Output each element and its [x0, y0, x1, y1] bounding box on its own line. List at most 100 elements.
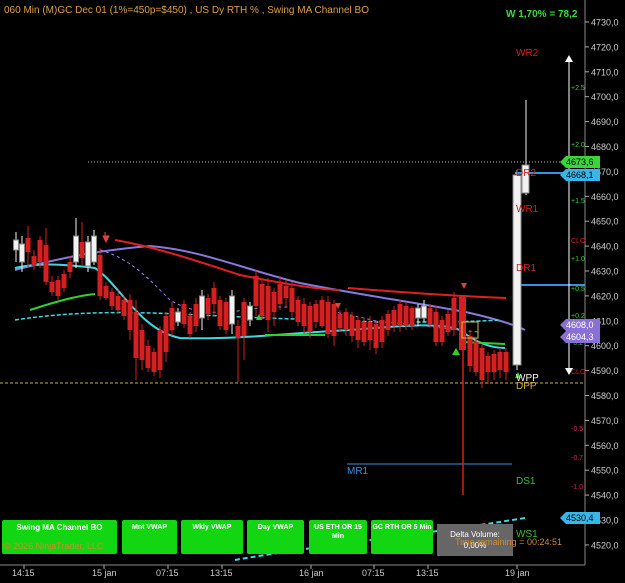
price-tick-label: 4540,0	[591, 491, 619, 501]
candle-body	[409, 308, 415, 326]
price-tick-label: 4730,0	[591, 18, 619, 28]
time-tick-label: 15 jan	[92, 568, 117, 578]
pct-scale-label: -1.0	[571, 484, 583, 491]
gc-rth-or-button[interactable]: GC RTH OR 5 Min	[371, 520, 433, 554]
candle-body	[491, 354, 497, 372]
day-vwap-button[interactable]: Day VWAP	[247, 520, 304, 554]
candle-body	[55, 280, 61, 296]
candle-body	[433, 312, 439, 342]
candle-body	[247, 305, 253, 321]
candle-body	[163, 316, 169, 352]
candle-body	[485, 356, 491, 372]
price-tick-label: 4620,0	[591, 291, 619, 301]
mnt-vwap-button[interactable]: Mnt VWAP	[122, 520, 177, 554]
price-tick-label: 4580,0	[591, 391, 619, 401]
candle-body	[97, 255, 103, 296]
candle-body	[361, 322, 367, 342]
price-tick-label: 4640,0	[591, 242, 619, 252]
candle-body	[373, 324, 379, 348]
candle-body	[473, 342, 479, 372]
candle-body	[61, 274, 67, 288]
candle-body	[277, 284, 283, 304]
pct-scale-label: +1.5	[571, 198, 585, 205]
wkly-vwap-button[interactable]: Wkly VWAP	[181, 520, 243, 554]
level-wr1: WR1	[516, 204, 539, 215]
candle-body	[265, 286, 271, 320]
price-tick-label: 4700,0	[591, 92, 619, 102]
pct-scale-label: +0.5	[571, 286, 585, 293]
candle-body	[235, 326, 241, 338]
price-tick-label: 4690,0	[591, 117, 619, 127]
candle-body	[109, 292, 115, 306]
candle-body	[289, 288, 295, 312]
price-tick-label: 4720,0	[591, 42, 619, 52]
candle-body	[151, 352, 157, 372]
pct-scale-label: -0.7	[571, 455, 583, 462]
candle-body	[467, 336, 473, 366]
candle-body	[397, 304, 403, 326]
level-dr1: DR1	[516, 263, 536, 274]
candle-body	[79, 242, 85, 258]
candle-body	[331, 304, 337, 336]
clo-label: CLO	[571, 369, 586, 376]
candle-body	[295, 300, 301, 322]
time-tick-label: 19 jan	[505, 568, 530, 578]
candle-body	[259, 284, 265, 316]
candle-body	[73, 235, 79, 263]
bar-timer: Time remaining = 00:24:51	[455, 537, 562, 547]
weekly-stat: W 1,70% = 78,2	[506, 9, 578, 20]
candle-body	[271, 292, 277, 312]
price-chart[interactable]: 4730,04720,04710,04700,04690,04680,04670…	[0, 0, 625, 583]
candle-body	[325, 302, 331, 334]
candle-body	[229, 295, 235, 325]
candle-body	[49, 282, 55, 292]
us-eth-or-button[interactable]: US ETH OR 15 Min	[309, 520, 367, 554]
time-tick-label: 07:15	[362, 568, 385, 578]
price-axis-ticks: 4730,04720,04710,04700,04690,04680,04670…	[585, 18, 619, 550]
candle-body	[427, 308, 433, 324]
candle-body	[241, 302, 247, 336]
price-tick-label: 4570,0	[591, 416, 619, 426]
candle-body	[31, 256, 37, 266]
candle-body	[367, 322, 373, 340]
pct-scale-label: +2.0	[571, 142, 585, 149]
copyright: © 2026 NinjaTrader, LLC	[4, 541, 104, 551]
level-mr1: MR1	[347, 466, 369, 477]
level-ds1: DS1	[516, 476, 536, 487]
candle-body	[403, 306, 409, 326]
price-tick-label: 4520,0	[591, 540, 619, 550]
candle-body	[19, 243, 25, 263]
price-tick-label: 4710,0	[591, 67, 619, 77]
candle-body	[115, 296, 121, 310]
pct-scale-label: +0.2	[571, 313, 585, 320]
price-tag-level: 4668,1	[560, 169, 600, 181]
candle-body	[145, 346, 151, 368]
candle-body	[421, 305, 427, 319]
candle-body	[355, 320, 361, 340]
candle-body	[127, 300, 133, 330]
level-wr2: WR2	[516, 48, 539, 59]
chart-title: 060 Min (M)GC Dec 01 (1%=450p=$450) , US…	[4, 5, 369, 16]
pct-scale-label: -0.5	[571, 426, 583, 433]
time-tick-label: 13:15	[416, 568, 439, 578]
candle-body	[193, 304, 199, 326]
candle-body	[307, 306, 313, 332]
candle-body	[121, 300, 127, 316]
price-tag-ma-1: 4608,0	[560, 319, 600, 331]
time-tick-label: 13:15	[210, 568, 233, 578]
candle-body	[337, 314, 343, 328]
candle-body	[379, 320, 385, 342]
candle-body	[319, 300, 325, 326]
price-tag-ma-2: 4604,3	[560, 331, 600, 343]
price-tick-label: 4630,0	[591, 267, 619, 277]
candle-body	[497, 352, 503, 370]
candle-body	[169, 308, 175, 330]
candle-body	[283, 286, 289, 298]
candle-body	[223, 302, 229, 330]
pct-scale-label: +1.0	[571, 256, 585, 263]
candle-body	[445, 314, 451, 332]
candle-body	[13, 239, 19, 251]
candle-body	[187, 316, 193, 334]
candle-body	[415, 307, 421, 319]
price-tag-last: 4673,6	[560, 156, 600, 168]
